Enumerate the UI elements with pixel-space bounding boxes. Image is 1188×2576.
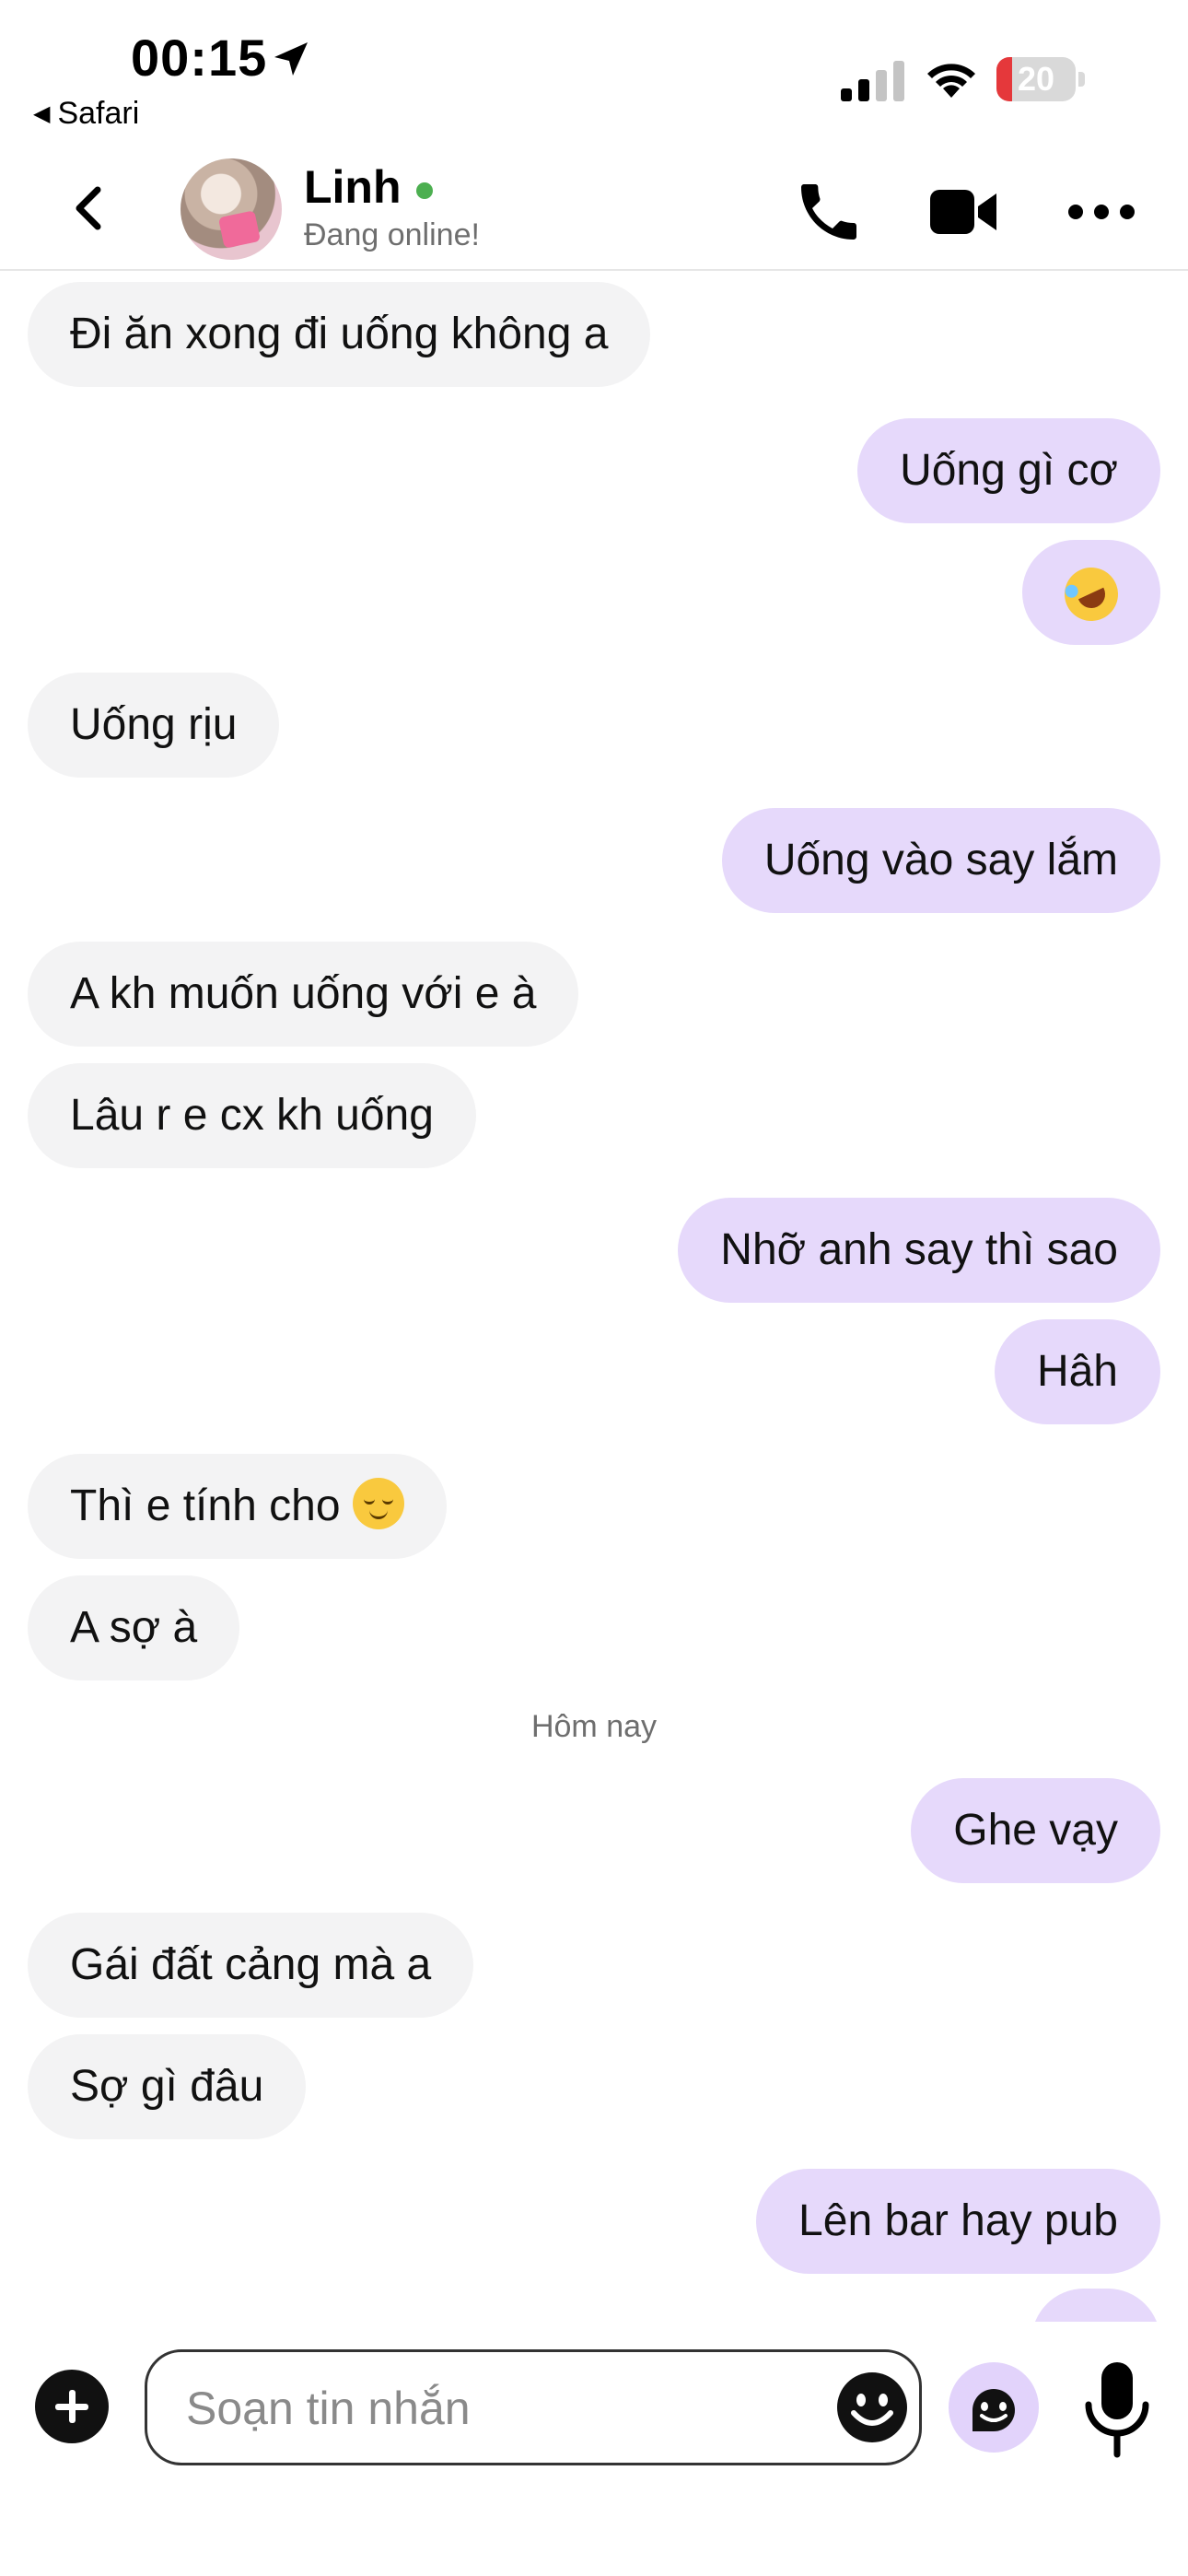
message-bubble-incoming[interactable]: Uống rịu [28, 673, 280, 778]
message-input-box[interactable] [145, 2349, 922, 2465]
message-text: Hâh [1036, 1347, 1118, 1396]
message-bubble-incoming[interactable]: Đi ăn xong đi uống không a [28, 282, 651, 387]
back-app-label: Safari [57, 96, 140, 131]
wifi-icon [927, 64, 975, 98]
sticker-button[interactable] [949, 2362, 1039, 2453]
contact-name[interactable]: Linh [304, 160, 402, 214]
message-text: Uống rịu [70, 700, 238, 749]
cellular-signal-icon [841, 61, 904, 101]
battery-indicator: 20 [996, 57, 1085, 101]
video-call-icon[interactable] [926, 175, 1000, 249]
message-bubble-outgoing[interactable]: Hâh [994, 1319, 1160, 1424]
sticker-face-icon [973, 2389, 1015, 2431]
contact-avatar[interactable] [181, 158, 282, 260]
message-text: Ghe vạy [953, 1806, 1118, 1855]
message-input[interactable] [184, 2369, 777, 2448]
message-bubble-incoming[interactable]: Gái đất cảng mà a [28, 1913, 474, 2018]
message-text: Lên bar hay pub [798, 2196, 1118, 2245]
more-options-icon[interactable] [1065, 175, 1138, 249]
message-bubble-outgoing[interactable] [1022, 540, 1160, 645]
status-time: 00:15 [131, 29, 268, 87]
message-text: Uống gì cơ [900, 446, 1118, 495]
rolling-on-floor-laughing-emoji-icon [1055, 558, 1127, 630]
message-bubble-incoming[interactable]: A sợ à [28, 1575, 240, 1680]
location-arrow-icon [274, 42, 308, 76]
battery-level: 20 [1017, 60, 1055, 98]
message-text: Thì e tính cho [70, 1481, 353, 1530]
relieved-face-emoji-icon [352, 1478, 404, 1529]
microphone-icon[interactable] [1077, 2359, 1157, 2460]
message-bubble-incoming[interactable]: Thì e tính cho [28, 1454, 447, 1559]
message-bubble-incoming[interactable]: Sợ gì đâu [28, 2034, 307, 2139]
message-bubble-outgoing[interactable]: Ghe vạy [911, 1778, 1160, 1883]
battery-cap [1078, 72, 1085, 87]
message-text: Đi ăn xong đi uống không a [70, 310, 609, 358]
message-text: Nhỡ anh say thì sao [720, 1225, 1118, 1274]
message-composer [0, 2322, 1188, 2576]
back-triangle-icon: ◀ [33, 101, 51, 126]
message-text: A sợ à [70, 1603, 198, 1652]
message-text: Lâu r e cx kh uống [70, 1091, 434, 1140]
phone-call-icon[interactable] [792, 175, 866, 249]
message-bubble-outgoing[interactable]: Lên bar hay pub [756, 2169, 1160, 2274]
add-attachment-icon[interactable] [35, 2370, 109, 2443]
status-bar: 00:15 ◀ Safari 20 [0, 0, 1188, 147]
message-text: A kh muốn uống với e à [70, 969, 537, 1018]
message-text: Uống vào say lắm [763, 836, 1118, 884]
back-chevron-icon[interactable] [61, 179, 120, 238]
message-bubble-incoming[interactable]: Lâu r e cx kh uống [28, 1063, 476, 1168]
battery-body: 20 [996, 57, 1076, 101]
chat-header: Linh Đang online! [0, 147, 1188, 271]
avatar-photo-detail [217, 210, 262, 249]
date-separator: Hôm nay [530, 1709, 658, 1744]
message-bubble-outgoing[interactable]: Uống vào say lắm [721, 808, 1160, 913]
emoji-picker-icon[interactable] [833, 2369, 911, 2446]
online-status-dot [416, 182, 433, 199]
message-text: Gái đất cảng mà a [70, 1940, 432, 1989]
message-text: Sợ gì đâu [70, 2062, 264, 2111]
back-to-app-link[interactable]: ◀ Safari [33, 96, 139, 132]
message-bubble-incoming[interactable]: A kh muốn uống với e à [28, 942, 579, 1047]
message-bubble-outgoing[interactable]: Nhỡ anh say thì sao [678, 1198, 1160, 1303]
message-bubble-outgoing[interactable]: Uống gì cơ [857, 418, 1160, 523]
contact-status: Đang online! [304, 217, 480, 252]
